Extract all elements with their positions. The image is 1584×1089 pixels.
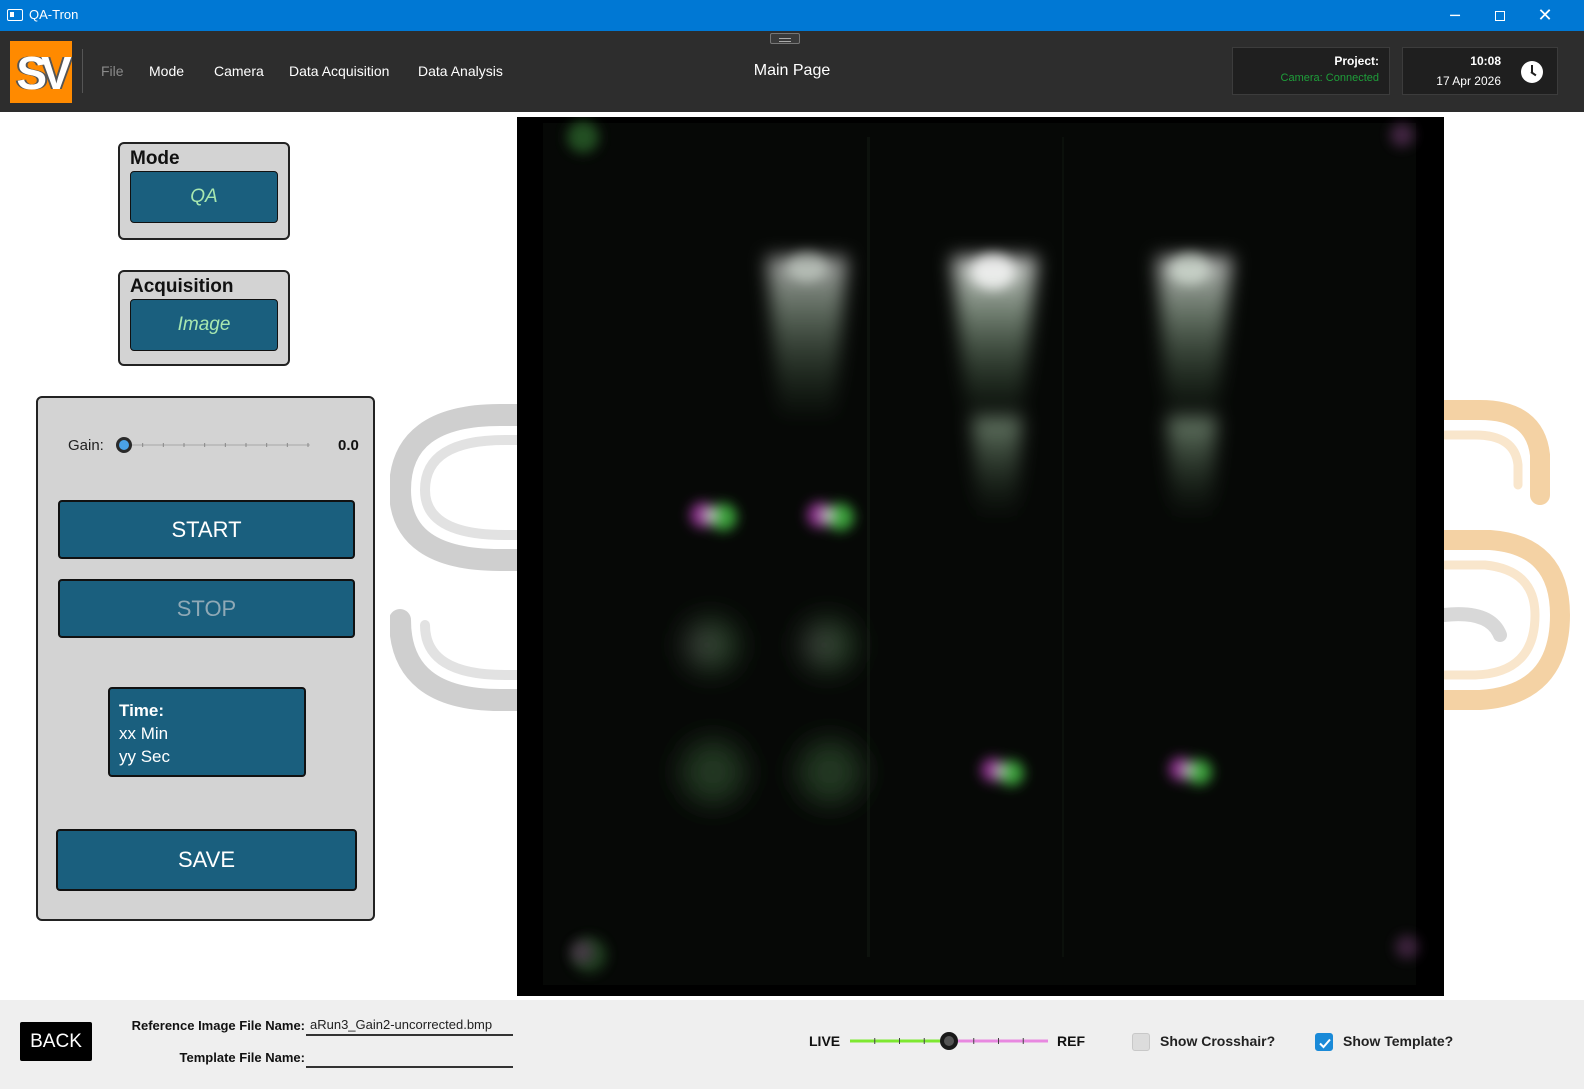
reference-file-input[interactable] — [306, 1014, 513, 1036]
live-label: LIVE — [809, 1033, 841, 1049]
menu-data-acquisition[interactable]: Data Acquisition — [289, 63, 389, 79]
control-panel: Gain: 0.0 START STOP Time: xx Min yy Sec… — [36, 396, 375, 921]
minimize-icon[interactable]: ─ — [1432, 0, 1478, 31]
app-icon — [7, 9, 23, 21]
logo-text: SV — [16, 47, 71, 99]
page-title: Main Page — [753, 62, 831, 79]
reference-file-label: Reference Image File Name: — [131, 1018, 305, 1033]
gain-label: Gain: — [68, 437, 104, 454]
maximize-icon[interactable] — [1477, 0, 1523, 31]
collapse-grip-icon[interactable] — [770, 33, 800, 44]
time-display: Time: xx Min yy Sec — [108, 687, 306, 777]
app-logo: SV — [10, 41, 72, 103]
time-seconds: yy Sec — [119, 747, 171, 766]
mode-panel: Mode QA — [118, 142, 290, 240]
acquisition-panel: Acquisition Image — [118, 270, 290, 366]
mode-title: Mode — [130, 148, 180, 169]
clock-icon[interactable] — [1521, 61, 1543, 83]
mode-button[interactable]: QA — [130, 171, 278, 223]
clock-date: 17 Apr 2026 — [1436, 74, 1501, 88]
show-crosshair-checkbox[interactable] — [1132, 1033, 1150, 1051]
ref-label: REF — [1057, 1033, 1085, 1049]
menu-divider — [82, 49, 83, 93]
live-ref-blend-slider[interactable] — [848, 1030, 1050, 1052]
menu-bar: SV File Mode Camera Data Acquisition Dat… — [0, 31, 1584, 112]
acquisition-button[interactable]: Image — [130, 299, 278, 351]
acquisition-title: Acquisition — [130, 276, 234, 297]
start-button[interactable]: START — [58, 500, 355, 559]
checkmark-icon — [1319, 1038, 1331, 1049]
window-title: QA-Tron — [29, 7, 79, 22]
show-template-label: Show Template? — [1343, 1033, 1454, 1049]
gain-slider[interactable] — [114, 434, 314, 456]
title-bar: QA-Tron ─ ✕ — [0, 0, 1584, 31]
show-crosshair-label: Show Crosshair? — [1160, 1033, 1276, 1049]
gain-value: 0.0 — [338, 437, 359, 454]
back-button[interactable]: BACK — [20, 1022, 92, 1061]
bottom-bar: BACK Reference Image File Name: Template… — [0, 1000, 1584, 1089]
menu-data-analysis[interactable]: Data Analysis — [418, 63, 503, 79]
stop-button[interactable]: STOP — [58, 579, 355, 638]
menu-mode[interactable]: Mode — [149, 63, 184, 79]
time-minutes: xx Min — [119, 724, 169, 743]
camera-status: Camera: Connected — [1280, 72, 1379, 84]
menu-camera[interactable]: Camera — [214, 63, 264, 79]
clock-box: 10:08 17 Apr 2026 — [1402, 47, 1558, 95]
close-icon[interactable]: ✕ — [1522, 0, 1568, 31]
camera-image-viewer[interactable] — [517, 117, 1444, 996]
clock-time: 10:08 — [1470, 54, 1501, 68]
time-label: Time: — [119, 701, 165, 720]
project-status-box: Project: Camera: Connected — [1232, 47, 1390, 95]
template-file-label: Template File Name: — [179, 1050, 305, 1065]
save-button[interactable]: SAVE — [56, 829, 357, 891]
menu-file[interactable]: File — [101, 63, 124, 79]
template-file-input[interactable] — [306, 1046, 513, 1068]
project-label: Project: — [1334, 54, 1379, 68]
show-template-checkbox[interactable] — [1315, 1033, 1333, 1051]
